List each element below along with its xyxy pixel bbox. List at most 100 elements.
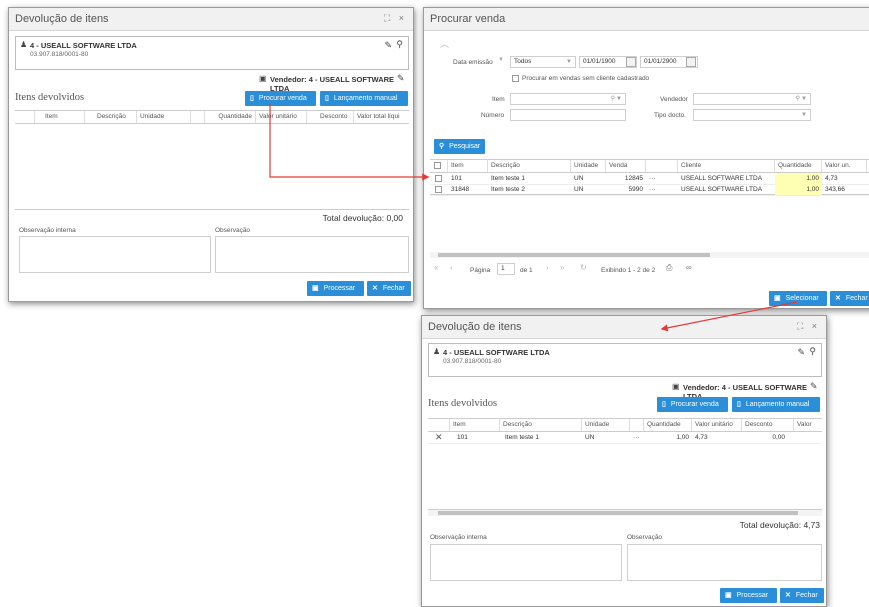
col-item[interactable]: Item: [448, 160, 488, 172]
col-sale[interactable]: Venda: [606, 160, 646, 172]
window-controls[interactable]: ⛶ ×: [797, 321, 820, 332]
col-description[interactable]: Descrição: [85, 111, 137, 123]
document-icon: ▯: [325, 95, 329, 102]
cell-item: 101: [457, 434, 468, 441]
link-icon[interactable]: ∞: [686, 263, 692, 272]
doc-type-select[interactable]: ▼: [693, 109, 811, 121]
col-unit-price[interactable]: Valor unitário: [256, 111, 307, 123]
last-page-icon[interactable]: »: [560, 263, 564, 272]
col-unit[interactable]: Unidade: [137, 111, 191, 123]
col-total[interactable]: Valor total líqui: [354, 111, 409, 123]
number-input[interactable]: [510, 109, 626, 121]
select-all-checkbox[interactable]: [434, 162, 441, 169]
page-input[interactable]: 1: [497, 263, 515, 275]
col-quantity[interactable]: Quantidade: [644, 419, 692, 431]
internal-note-textarea[interactable]: [19, 236, 211, 273]
select-button[interactable]: ▣ Selecionar: [769, 291, 827, 306]
close-button[interactable]: ✕ Fechar: [830, 291, 869, 306]
client-box[interactable]: ♟ 4 - USEALL SOFTWARE LTDA 03.907.818/00…: [15, 36, 409, 70]
page-value: 1: [501, 265, 505, 272]
table-row[interactable]: ✕ 101 Item teste 1 UN ··· 1,00 4,73 0,00: [428, 432, 822, 444]
col-quantity[interactable]: Quantidade: [775, 160, 822, 172]
col-client[interactable]: Cliente: [678, 160, 775, 172]
col-description[interactable]: Descrição: [500, 419, 582, 431]
col-unit-price[interactable]: Valor unitário: [692, 419, 742, 431]
search-sale-button[interactable]: ▯ Procurar venda: [245, 91, 316, 106]
button-label: Procurar venda: [258, 95, 307, 102]
search-icon[interactable]: ⚲: [809, 346, 816, 357]
client-box[interactable]: ♟ 4 - USEALL SOFTWARE LTDA 03.907.818/00…: [428, 343, 822, 377]
calendar-icon[interactable]: [626, 57, 636, 67]
horizontal-scrollbar[interactable]: [428, 510, 822, 516]
row-checkbox[interactable]: [435, 186, 442, 193]
note-textarea[interactable]: [215, 236, 409, 273]
print-icon[interactable]: ⎙: [666, 263, 672, 273]
edit-vendor-icon[interactable]: ✎: [810, 381, 818, 392]
col-description[interactable]: Descrição: [488, 160, 571, 172]
remove-row-icon[interactable]: ✕: [432, 432, 448, 443]
col-unit[interactable]: Unidade: [571, 160, 606, 172]
process-button[interactable]: ▣ Processar: [720, 588, 777, 603]
chevron-down-icon[interactable]: ▼: [498, 57, 504, 63]
window-titlebar[interactable]: Procurar venda: [424, 8, 869, 31]
col-item[interactable]: Item: [35, 111, 85, 123]
seller-input[interactable]: ⚲ ▼: [693, 93, 811, 105]
cell-unit-price[interactable]: 4,73: [692, 432, 742, 443]
search-icon[interactable]: ⚲: [796, 94, 800, 104]
col-quantity[interactable]: Quantidade: [205, 111, 256, 123]
search-sale-button[interactable]: ▯ Procurar venda: [657, 397, 728, 412]
internal-note-textarea[interactable]: [430, 544, 622, 581]
window-titlebar[interactable]: Devolução de itens ⛶ ×: [422, 316, 826, 339]
more-icon[interactable]: ···: [646, 184, 678, 195]
close-button[interactable]: ✕ Fechar: [367, 281, 411, 296]
items-grid: Item Descrição Unidade Quantidade Valor …: [15, 110, 409, 210]
col-discount[interactable]: Desconto: [307, 111, 354, 123]
collapse-icon[interactable]: ︿: [440, 37, 449, 50]
more-icon[interactable]: ···: [646, 173, 678, 184]
window-controls[interactable]: ⛶ ×: [384, 13, 407, 24]
close-button[interactable]: ✕ Fechar: [780, 588, 824, 603]
process-button[interactable]: ▣ Processar: [307, 281, 364, 296]
cell-quantity[interactable]: 1,00: [775, 184, 822, 195]
search-icon[interactable]: ⚲: [396, 39, 403, 50]
cell-discount[interactable]: 0,00: [742, 432, 788, 443]
col-unit[interactable]: Unidade: [582, 419, 630, 431]
no-client-checkbox[interactable]: [512, 75, 519, 82]
cell-unit: UN: [574, 175, 584, 182]
search-icon[interactable]: ⚲: [611, 94, 615, 104]
horizontal-scrollbar[interactable]: [430, 252, 869, 258]
edit-icon[interactable]: ✎: [384, 40, 392, 51]
cell-quantity[interactable]: 1,00: [775, 173, 822, 184]
window-title: Devolução de itens: [428, 321, 522, 333]
row-checkbox[interactable]: [435, 175, 442, 182]
more-icon[interactable]: ···: [630, 432, 644, 443]
table-row[interactable]: 31848 Item teste 2 UN 5990 ··· USEALL SO…: [430, 184, 869, 196]
col-total[interactable]: Valor: [794, 419, 822, 431]
chevron-down-icon[interactable]: ▼: [801, 94, 807, 104]
chevron-down-icon[interactable]: ▼: [616, 94, 622, 104]
document-icon: ▯: [662, 401, 666, 408]
prev-page-icon[interactable]: ‹: [450, 263, 453, 272]
cell-quantity[interactable]: 1,00: [644, 432, 692, 443]
edit-vendor-icon[interactable]: ✎: [397, 73, 405, 84]
first-page-icon[interactable]: «: [434, 263, 438, 272]
edit-icon[interactable]: ✎: [797, 347, 805, 358]
date-option-select[interactable]: Todos ▼: [510, 56, 576, 68]
section-title: Itens devolvidos: [428, 398, 498, 409]
scrollbar-thumb[interactable]: [438, 511, 798, 515]
search-button[interactable]: ⚲ Pesquisar: [434, 139, 485, 154]
manual-entry-button[interactable]: ▯ Lançamento manual: [320, 91, 408, 106]
item-input[interactable]: ⚲ ▼: [510, 93, 626, 105]
date-from-value: 01/01/1900: [583, 58, 616, 65]
note-textarea[interactable]: [627, 544, 822, 581]
window-titlebar[interactable]: Devolução de itens ⛶ ×: [9, 8, 413, 31]
calendar-icon[interactable]: [686, 57, 696, 67]
next-page-icon[interactable]: ›: [546, 263, 549, 272]
refresh-icon[interactable]: ↻: [580, 263, 587, 272]
scrollbar-thumb[interactable]: [438, 253, 710, 257]
col-discount[interactable]: Desconto: [742, 419, 794, 431]
section-title: Itens devolvidos: [15, 92, 85, 103]
manual-entry-button[interactable]: ▯ Lançamento manual: [732, 397, 820, 412]
col-unit-price[interactable]: Valor un.: [822, 160, 867, 172]
col-item[interactable]: Item: [450, 419, 500, 431]
